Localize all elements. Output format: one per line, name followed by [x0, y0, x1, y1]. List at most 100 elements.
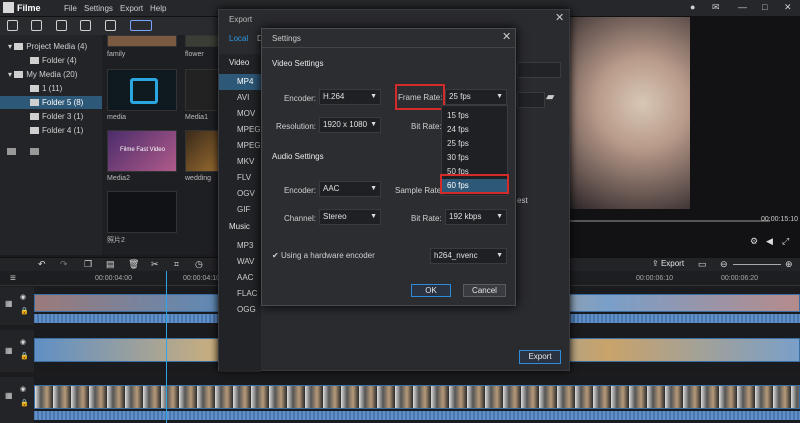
video-header: Video: [229, 58, 250, 67]
peek-text: est: [517, 196, 528, 205]
user-icon[interactable]: ●: [690, 2, 695, 12]
zoom-out-icon[interactable]: ⊖: [720, 259, 728, 270]
audio-bitrate-select[interactable]: 192 kbps ▼: [445, 209, 507, 225]
paste-icon[interactable]: ▤: [106, 259, 115, 270]
delete-folder-icon[interactable]: [30, 148, 39, 155]
new-folder-icon[interactable]: [7, 148, 16, 155]
close-icon[interactable]: ✕: [555, 13, 564, 24]
minimize-icon[interactable]: —: [738, 2, 747, 12]
app-logo: Filme: [3, 2, 41, 13]
eye-icon[interactable]: ◉: [20, 385, 26, 393]
format-wav[interactable]: WAV: [219, 254, 261, 270]
menu-icon[interactable]: ≡: [10, 273, 16, 284]
resolution-select[interactable]: 1920 x 1080 ▼: [319, 117, 381, 133]
tab-local[interactable]: Local: [229, 34, 248, 43]
menu-export[interactable]: Export: [120, 4, 143, 13]
import-icon[interactable]: [7, 20, 18, 31]
tree-item-project-media[interactable]: ▾ Project Media (4): [0, 40, 102, 53]
checkmark-icon: ✔: [272, 251, 281, 260]
hardware-encoder-toggle[interactable]: ✔ Using a hardware encoder: [272, 251, 375, 260]
name-field[interactable]: [517, 62, 561, 78]
caret-down-icon: ▼: [496, 252, 503, 259]
text-icon[interactable]: [80, 20, 91, 31]
copy-icon[interactable]: ❐: [84, 259, 92, 270]
frame-rate-select[interactable]: 25 fps ▼: [445, 89, 507, 105]
lock-icon[interactable]: 🔒: [20, 307, 29, 315]
effects-icon[interactable]: [56, 20, 67, 31]
crop-icon[interactable]: ⌗: [174, 259, 179, 270]
format-mp4[interactable]: MP4: [219, 74, 261, 90]
format-mp3[interactable]: MP3: [219, 238, 261, 254]
eye-icon[interactable]: ◉: [20, 293, 26, 301]
export-icon: ⇪: [652, 259, 661, 268]
menu-settings[interactable]: Settings: [84, 4, 113, 13]
playhead[interactable]: [166, 271, 167, 423]
menu-help[interactable]: Help: [150, 4, 166, 13]
tree-item-folder-4[interactable]: Folder 4 (1): [0, 124, 102, 137]
volume-icon[interactable]: ◀: [766, 236, 773, 247]
format-mov[interactable]: MOV: [219, 106, 261, 122]
channel-select[interactable]: Stereo ▼: [319, 209, 381, 225]
media-thumb-photo2[interactable]: [107, 191, 177, 233]
folder-browse-icon[interactable]: ▰: [546, 90, 554, 103]
tree-item-1[interactable]: 1 (11): [0, 82, 102, 95]
fit-icon[interactable]: ▭: [698, 259, 707, 270]
ok-button[interactable]: OK: [411, 284, 451, 297]
media-label: Media2: [107, 175, 130, 182]
tree-item-my-media[interactable]: ▾ My Media (20): [0, 68, 102, 81]
speed-icon[interactable]: ◷: [195, 259, 203, 270]
media-thumb-media[interactable]: [107, 69, 177, 111]
maximize-icon[interactable]: □: [762, 2, 767, 12]
hardware-encoder-select[interactable]: h264_nvenc ▼: [430, 248, 507, 264]
format-flac[interactable]: FLAC: [219, 286, 261, 302]
settings-gear-icon[interactable]: ⚙: [750, 236, 758, 247]
video-clip[interactable]: [34, 385, 800, 409]
preview-image: [570, 17, 690, 209]
format-flv[interactable]: FLV: [219, 170, 261, 186]
format-mpeg-2[interactable]: MPEG: [219, 138, 261, 154]
caret-down-icon: ▼: [370, 121, 377, 128]
media-label: wedding: [185, 175, 212, 182]
encoder-select[interactable]: H.264 ▼: [319, 89, 381, 105]
fps-option[interactable]: 25 fps: [442, 137, 507, 151]
media-thumb-media2[interactable]: Filme Fast Video: [107, 130, 177, 172]
fps-option[interactable]: 30 fps: [442, 151, 507, 165]
media-thumb-family[interactable]: [107, 35, 177, 47]
redo-icon[interactable]: ↷: [60, 259, 68, 270]
menu-file[interactable]: File: [64, 4, 77, 13]
audio-settings-header: Audio Settings: [272, 152, 324, 161]
transitions-icon[interactable]: [130, 20, 152, 31]
music-icon[interactable]: [31, 20, 42, 31]
path-field[interactable]: [517, 92, 545, 108]
tree-item-folder[interactable]: Folder (4): [0, 54, 102, 67]
zoom-in-icon[interactable]: ⊕: [785, 259, 793, 270]
lock-icon[interactable]: 🔒: [20, 352, 29, 360]
eye-icon[interactable]: ◉: [20, 338, 26, 346]
format-mkv[interactable]: MKV: [219, 154, 261, 170]
track-header: ▦ ◉ 🔒: [0, 287, 34, 325]
mail-icon[interactable]: ✉: [712, 2, 720, 13]
undo-icon[interactable]: ↶: [38, 259, 46, 270]
tree-item-folder-5[interactable]: Folder 5 (8): [0, 96, 102, 109]
track-video-icon: ▦: [5, 346, 13, 355]
export-button[interactable]: Export: [519, 350, 561, 364]
sticker-icon[interactable]: [105, 20, 116, 31]
close-window-icon[interactable]: ✕: [784, 2, 792, 13]
audio-encoder-select[interactable]: AAC ▼: [319, 181, 381, 197]
zoom-slider[interactable]: [733, 264, 781, 265]
fps-option[interactable]: 24 fps: [442, 123, 507, 137]
format-ogg[interactable]: OGG: [219, 302, 261, 318]
fullscreen-icon[interactable]: ⤢: [782, 236, 789, 247]
track-video-icon: ▦: [5, 299, 13, 308]
delete-icon[interactable]: 🗑: [128, 259, 139, 270]
split-icon[interactable]: ✂: [151, 259, 159, 270]
cancel-button[interactable]: Cancel: [463, 284, 506, 297]
fps-option[interactable]: 15 fps: [442, 109, 507, 123]
format-aac[interactable]: AAC: [219, 270, 261, 286]
settings-title: Settings: [272, 34, 301, 43]
tree-item-folder-3[interactable]: Folder 3 (1): [0, 110, 102, 123]
lock-icon[interactable]: 🔒: [20, 399, 29, 407]
toolbar-export-button[interactable]: ⇪ Export: [652, 259, 684, 268]
close-icon[interactable]: ✕: [502, 32, 511, 43]
preview-progress[interactable]: [570, 220, 770, 222]
